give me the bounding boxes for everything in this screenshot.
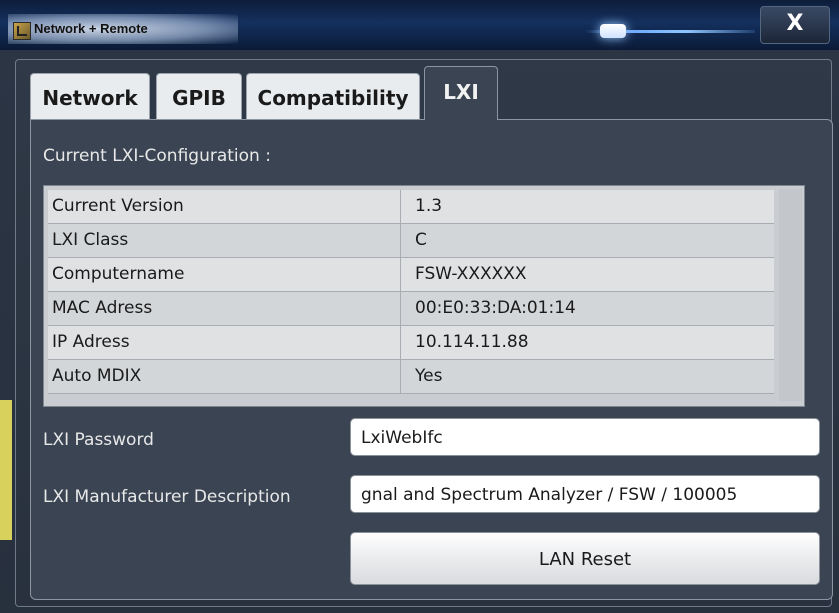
table-row: IP Adress 10.114.11.88 bbox=[48, 326, 774, 360]
row-key: MAC Adress bbox=[52, 292, 401, 325]
table-row: Auto MDIX Yes bbox=[48, 360, 774, 394]
tab-lxi[interactable]: LXI bbox=[424, 66, 498, 120]
lan-reset-button[interactable]: LAN Reset bbox=[350, 532, 820, 585]
tab-network[interactable]: Network bbox=[30, 73, 150, 120]
row-value: Yes bbox=[415, 366, 443, 386]
lxi-config-table: Current Version 1.3 LXI Class C Computer… bbox=[43, 185, 805, 407]
table-row: Computername FSW-XXXXXX bbox=[48, 258, 774, 292]
row-key: IP Adress bbox=[52, 326, 401, 359]
window-title: Network + Remote bbox=[34, 21, 148, 36]
tab-compatibility[interactable]: Compatibility bbox=[246, 73, 420, 120]
row-value: 1.3 bbox=[415, 196, 443, 216]
section-title: Current LXI-Configuration : bbox=[43, 146, 271, 166]
manufacturer-label: LXI Manufacturer Description bbox=[43, 487, 291, 507]
row-key: Computername bbox=[52, 258, 401, 291]
table-row: LXI Class C bbox=[48, 224, 774, 258]
table-row: MAC Adress 00:E0:33:DA:01:14 bbox=[48, 292, 774, 326]
row-value: FSW-XXXXXX bbox=[415, 264, 527, 284]
table-scrollbar[interactable] bbox=[779, 189, 802, 401]
title-bar: Network + Remote X bbox=[0, 0, 839, 50]
row-key: Current Version bbox=[52, 190, 401, 223]
tab-gpib[interactable]: GPIB bbox=[156, 73, 242, 120]
transparency-slider-thumb[interactable] bbox=[600, 24, 626, 38]
row-key: Auto MDIX bbox=[52, 360, 401, 393]
manufacturer-field[interactable]: gnal and Spectrum Analyzer / FSW / 10000… bbox=[350, 475, 820, 513]
app-icon bbox=[13, 22, 31, 40]
table-row: Current Version 1.3 bbox=[48, 190, 774, 224]
background-accent bbox=[0, 400, 12, 540]
row-value: 00:E0:33:DA:01:14 bbox=[415, 298, 576, 318]
password-label: LXI Password bbox=[43, 430, 154, 450]
close-button[interactable]: X bbox=[760, 6, 830, 44]
row-key: LXI Class bbox=[52, 224, 401, 257]
password-field[interactable]: LxiWebIfc bbox=[350, 418, 820, 456]
row-value: C bbox=[415, 230, 427, 250]
row-value: 10.114.11.88 bbox=[415, 332, 529, 352]
